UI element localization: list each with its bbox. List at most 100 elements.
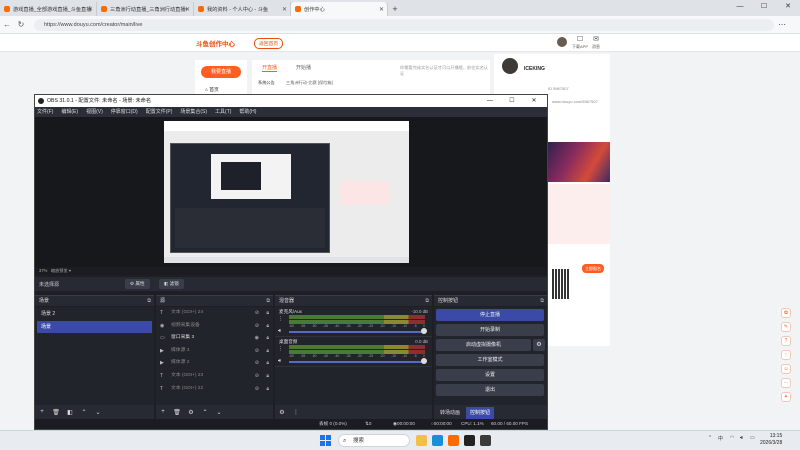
- eye-off-icon[interactable]: ⊘: [255, 370, 259, 383]
- add-icon[interactable]: +: [159, 409, 167, 415]
- start-recording-button[interactable]: 开始录制: [436, 324, 544, 336]
- float-more-icon[interactable]: ⋯: [781, 378, 791, 388]
- close-icon[interactable]: ✕: [185, 6, 190, 13]
- volume-slider[interactable]: [289, 331, 425, 333]
- float-service-icon[interactable]: ✿: [781, 308, 791, 318]
- reload-icon[interactable]: ↻: [14, 20, 28, 29]
- zoom-bar[interactable]: 37% 缩放预览 ▾: [35, 267, 547, 275]
- obs-titlebar[interactable]: OBS 31.0.1 - 配置文件: 未命名 - 场景: 未命名 — ☐ ✕: [35, 95, 547, 107]
- speaker-icon[interactable]: 🔊︎: [278, 358, 281, 364]
- eye-off-icon[interactable]: ⊘: [255, 320, 259, 333]
- eye-off-icon[interactable]: ⊘: [255, 383, 259, 396]
- obs-preview[interactable]: [35, 117, 547, 267]
- source-item[interactable]: ▶ 媒体源 3 ⊘ 🔒︎: [156, 345, 273, 358]
- browser-tab[interactable]: 游戏直播_全部游戏直播_斗鱼直播 ✕: [0, 2, 97, 16]
- undock-icon[interactable]: ⧉: [147, 296, 151, 306]
- source-item[interactable]: ▶ 媒体源 2 ⊘ 🔒︎: [156, 357, 273, 370]
- home-link-button[interactable]: 返回首页: [254, 38, 284, 49]
- url-input[interactable]: https://www.douyu.com/creator/main/live: [34, 18, 774, 31]
- float-feedback-icon[interactable]: ✎: [781, 322, 791, 332]
- gear-icon[interactable]: ⚙: [187, 409, 195, 416]
- battery-icon[interactable]: ▭: [750, 435, 755, 441]
- lock-icon[interactable]: 🔒︎: [266, 370, 269, 383]
- taskbar-search-input[interactable]: ⌕ 搜索: [338, 434, 410, 447]
- lock-icon[interactable]: 🔒︎: [266, 345, 269, 358]
- menu-tools[interactable]: 工具(T): [215, 107, 231, 117]
- eye-icon[interactable]: ◉: [255, 332, 259, 345]
- properties-button[interactable]: ⚙ 属性: [125, 279, 150, 289]
- lock-icon[interactable]: 🔒︎: [266, 332, 269, 345]
- gear-icon[interactable]: ⋮: [278, 316, 283, 322]
- undock-icon[interactable]: ⧉: [425, 296, 429, 306]
- tab-start-stream[interactable]: 开始播: [296, 64, 311, 71]
- more-icon[interactable]: ⋮: [292, 409, 300, 416]
- lock-icon[interactable]: 🔒︎: [266, 383, 269, 396]
- minimize-icon[interactable]: —: [728, 0, 752, 14]
- scene-item[interactable]: 场景 2: [37, 308, 152, 320]
- add-icon[interactable]: +: [38, 409, 46, 415]
- source-item[interactable]: T 文本 (GDI+) 24 ⊘ 🔒︎: [156, 307, 273, 320]
- gear-icon[interactable]: ⚙: [533, 339, 545, 351]
- menu-view[interactable]: 视图(V): [86, 107, 103, 117]
- browser-tab-active[interactable]: 创作中心 ✕: [291, 2, 388, 16]
- user-room-url[interactable]: www.douyu.com/5967507: [552, 99, 598, 104]
- close-icon[interactable]: ✕: [776, 0, 800, 14]
- scene-item-selected[interactable]: 场景: [37, 321, 152, 333]
- douyu-app-icon[interactable]: [448, 435, 459, 446]
- filters-button[interactable]: ◧ 滤镜: [159, 279, 184, 289]
- download-app-button[interactable]: ☐ 下载APP: [572, 36, 588, 50]
- ime-indicator[interactable]: 中: [718, 435, 723, 442]
- maximize-icon[interactable]: ☐: [501, 95, 523, 107]
- browser-tab[interactable]: 我的资料 - 个人中心 - 斗鱼 ✕: [194, 2, 291, 16]
- avatar[interactable]: [557, 37, 567, 47]
- volume-slider[interactable]: [289, 361, 425, 363]
- close-icon[interactable]: ✕: [88, 6, 93, 13]
- system-clock[interactable]: 13:15 2026/3/28: [760, 433, 782, 447]
- obs-app-icon[interactable]: [464, 435, 475, 446]
- wifi-icon[interactable]: ◠: [730, 435, 734, 441]
- chevron-up-icon[interactable]: ⌃: [708, 435, 712, 441]
- close-icon[interactable]: ✕: [379, 6, 384, 13]
- float-top-icon[interactable]: ↑: [781, 350, 791, 360]
- tab-go-live[interactable]: 开直播: [262, 64, 278, 72]
- promo-banner-image[interactable]: [546, 142, 610, 182]
- menu-file[interactable]: 文件(F): [37, 107, 53, 117]
- gear-icon[interactable]: ⋮: [278, 346, 283, 352]
- new-tab-button[interactable]: +: [388, 2, 402, 16]
- sidebar-item-home[interactable]: ⌂ 首页: [205, 86, 219, 93]
- arrow-down-icon[interactable]: ⌄: [215, 409, 223, 416]
- settings-button[interactable]: 设置: [436, 369, 544, 381]
- minimize-icon[interactable]: —: [479, 95, 501, 107]
- eye-off-icon[interactable]: ⊘: [255, 307, 259, 320]
- tab-transitions[interactable]: 转场动画: [436, 407, 464, 419]
- lock-icon[interactable]: 🔒︎: [266, 357, 269, 370]
- site-logo[interactable]: 斗鱼创作中心: [196, 38, 235, 48]
- file-explorer-icon[interactable]: [416, 435, 427, 446]
- close-icon[interactable]: ✕: [282, 6, 287, 13]
- filter-icon[interactable]: ◧: [66, 409, 74, 416]
- menu-profile[interactable]: 配置文件(P): [146, 107, 173, 117]
- tab-controls[interactable]: 控制按钮: [466, 407, 495, 419]
- maximize-icon[interactable]: ☐: [752, 0, 776, 14]
- trash-icon[interactable]: 🗑: [52, 409, 60, 416]
- signup-button[interactable]: 立即报名: [582, 264, 604, 273]
- windows-start-icon[interactable]: [320, 435, 331, 446]
- volume-icon[interactable]: 🔊︎: [740, 435, 743, 441]
- more-icon[interactable]: ⋯: [774, 20, 790, 29]
- back-icon[interactable]: ←: [0, 20, 14, 29]
- gear-icon[interactable]: ⚙: [278, 409, 286, 416]
- source-item[interactable]: ◉ 视频采集设备 ⊘ 🔒︎: [156, 320, 273, 333]
- trash-icon[interactable]: 🗑: [173, 409, 181, 416]
- float-chat-icon[interactable]: ☺: [781, 364, 791, 374]
- app-icon[interactable]: [480, 435, 491, 446]
- speaker-icon[interactable]: 🔊︎: [278, 328, 281, 334]
- lock-icon[interactable]: 🔒︎: [266, 320, 269, 333]
- menu-help[interactable]: 帮助(H): [239, 107, 256, 117]
- browser-tab[interactable]: 三角洲行动直播_三角洲行动直播t ✕: [97, 2, 194, 16]
- undock-icon[interactable]: ⧉: [540, 296, 544, 306]
- menu-edit[interactable]: 编辑(E): [61, 107, 78, 117]
- studio-mode-button[interactable]: 工作室模式: [436, 354, 544, 366]
- menu-scene-collection[interactable]: 场景集合(S): [180, 107, 207, 117]
- undock-icon[interactable]: ⧉: [266, 296, 270, 306]
- go-live-button[interactable]: 我要直播: [201, 66, 241, 78]
